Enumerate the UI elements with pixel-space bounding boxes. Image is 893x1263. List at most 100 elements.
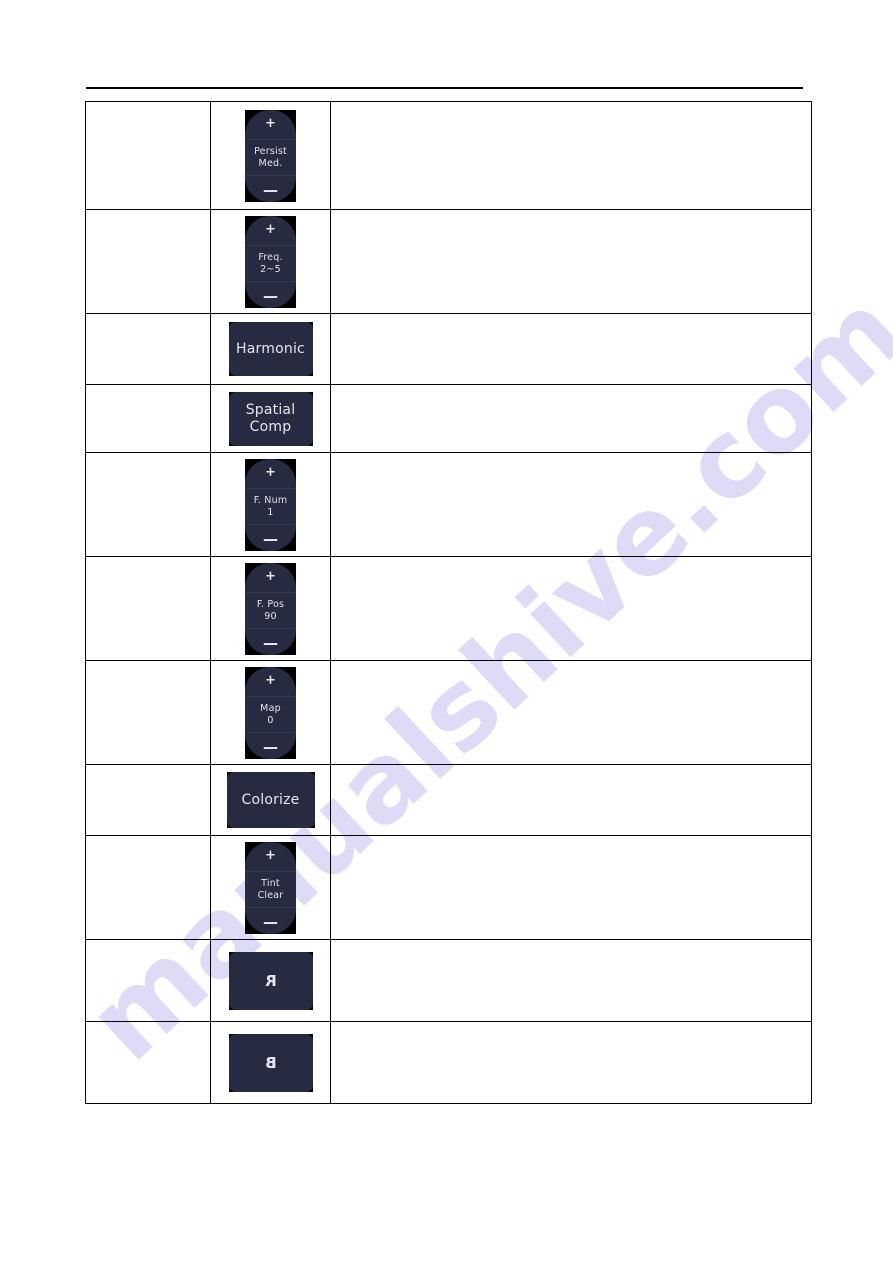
row-explanation-text (566, 884, 576, 892)
plus-icon[interactable]: + (265, 849, 276, 862)
table-row: Colorize (85, 764, 812, 836)
mirrored-r-icon: R (264, 971, 277, 990)
table-row: + Map 0 — (85, 660, 812, 765)
row-description-text (143, 501, 153, 509)
row-explanation-cell (330, 660, 812, 765)
row-description-cell (85, 556, 211, 661)
control-buttons-table: + Persist Med. — + Freq. 2~5 — Harmonic … (85, 101, 812, 1104)
table-row: Harmonic (85, 313, 812, 385)
row-explanation-cell (330, 313, 812, 385)
plus-icon[interactable]: + (265, 466, 276, 479)
flat-button-harmonic[interactable]: Harmonic (228, 322, 313, 376)
row-button-cell: Spatial Comp (210, 384, 331, 453)
row-description-text (143, 796, 153, 804)
flat-button-label: Harmonic (236, 340, 305, 357)
row-explanation-cell (330, 452, 812, 557)
table-row: + F. Pos 90 — (85, 556, 812, 661)
row-description-text (143, 258, 153, 266)
row-description-cell (85, 452, 211, 557)
page-header-rule (86, 87, 803, 89)
rocker-button-map[interactable]: + Map 0 — (245, 666, 296, 759)
table-body: + Persist Med. — + Freq. 2~5 — Harmonic … (85, 101, 812, 1104)
row-explanation-text (566, 152, 576, 160)
row-description-text (143, 709, 153, 717)
row-description-cell (85, 660, 211, 765)
rocker-label-line1: Freq. (258, 252, 283, 264)
rocker-button-freq[interactable]: + Freq. 2~5 — (245, 215, 296, 308)
row-description-text (143, 152, 153, 160)
row-explanation-text (566, 501, 576, 509)
flat-button-label-line1: Spatial (245, 401, 296, 418)
rocker-label-line2: 90 (264, 610, 277, 622)
rocker-button-persist[interactable]: + Persist Med. — (245, 109, 296, 202)
flat-button-colorize[interactable]: Colorize (226, 772, 315, 828)
minus-icon[interactable]: — (263, 288, 278, 303)
row-description-text (143, 1059, 153, 1067)
rocker-label-line1: Map (260, 703, 281, 715)
row-button-cell: + F. Pos 90 — (210, 556, 331, 661)
row-explanation-text (566, 345, 576, 353)
rocker-label: Persist Med. (245, 139, 296, 176)
plus-icon[interactable]: + (265, 570, 276, 583)
row-explanation-text (566, 605, 576, 613)
flat-button-spatial-comp[interactable]: Spatial Comp (228, 391, 313, 446)
plus-icon[interactable]: + (265, 223, 276, 236)
row-explanation-text (566, 796, 576, 804)
flat-button-label: Colorize (241, 791, 300, 808)
rocker-label-line1: Tint (261, 878, 280, 890)
rocker-label: Freq. 2~5 (245, 245, 296, 282)
flat-button-label-line2: Comp (249, 418, 292, 435)
table-row: + Freq. 2~5 — (85, 209, 812, 314)
row-button-cell: Harmonic (210, 313, 331, 385)
rocker-label-line2: Med. (258, 157, 283, 169)
row-description-cell (85, 313, 211, 385)
row-description-text (143, 605, 153, 613)
row-description-cell (85, 835, 211, 940)
row-explanation-text (566, 258, 576, 266)
table-row: B (85, 1021, 812, 1104)
row-button-cell: R (210, 939, 331, 1022)
row-description-text (143, 345, 153, 353)
plus-icon[interactable]: + (265, 117, 276, 130)
row-description-cell (85, 209, 211, 314)
rocker-button-tint[interactable]: + Tint Clear — (245, 841, 296, 934)
table-row: Spatial Comp (85, 384, 812, 453)
table-row: + F. Num 1 — (85, 452, 812, 557)
rocker-label-line1: F. Num (253, 495, 288, 507)
rocker-label-line1: Persist (254, 146, 287, 158)
minus-icon[interactable]: — (263, 182, 278, 197)
rocker-label-line2: Clear (257, 889, 284, 901)
table-row: + Tint Clear — (85, 835, 812, 940)
rocker-label-line2: 2~5 (260, 263, 281, 275)
minus-icon[interactable]: — (263, 739, 278, 754)
table-row: R (85, 939, 812, 1022)
row-button-cell: + F. Num 1 — (210, 452, 331, 557)
rocker-button-f-pos[interactable]: + F. Pos 90 — (245, 562, 296, 655)
rocker-label: F. Num 1 (245, 488, 296, 525)
row-explanation-cell (330, 1021, 812, 1104)
row-explanation-cell (330, 764, 812, 836)
row-description-text (143, 977, 153, 985)
flat-button-flip-b[interactable]: B (228, 1033, 313, 1092)
rocker-label-line1: F. Pos (256, 599, 285, 611)
rocker-button-f-num[interactable]: + F. Num 1 — (245, 458, 296, 551)
row-description-text (143, 884, 153, 892)
rocker-label-line2: 1 (267, 506, 274, 518)
table-row: + Persist Med. — (85, 101, 812, 210)
row-description-cell (85, 764, 211, 836)
row-description-cell (85, 384, 211, 453)
flat-button-flip-r[interactable]: R (228, 951, 313, 1010)
row-description-cell (85, 1021, 211, 1104)
rocker-label: Map 0 (245, 696, 296, 733)
row-description-text (143, 415, 153, 423)
row-explanation-text (566, 709, 576, 717)
minus-icon[interactable]: — (263, 635, 278, 650)
minus-icon[interactable]: — (263, 914, 278, 929)
plus-icon[interactable]: + (265, 674, 276, 687)
row-description-cell (85, 101, 211, 210)
minus-icon[interactable]: — (263, 531, 278, 546)
row-explanation-text (566, 977, 576, 985)
row-button-cell: + Map 0 — (210, 660, 331, 765)
row-button-cell: + Persist Med. — (210, 101, 331, 210)
row-explanation-cell (330, 209, 812, 314)
